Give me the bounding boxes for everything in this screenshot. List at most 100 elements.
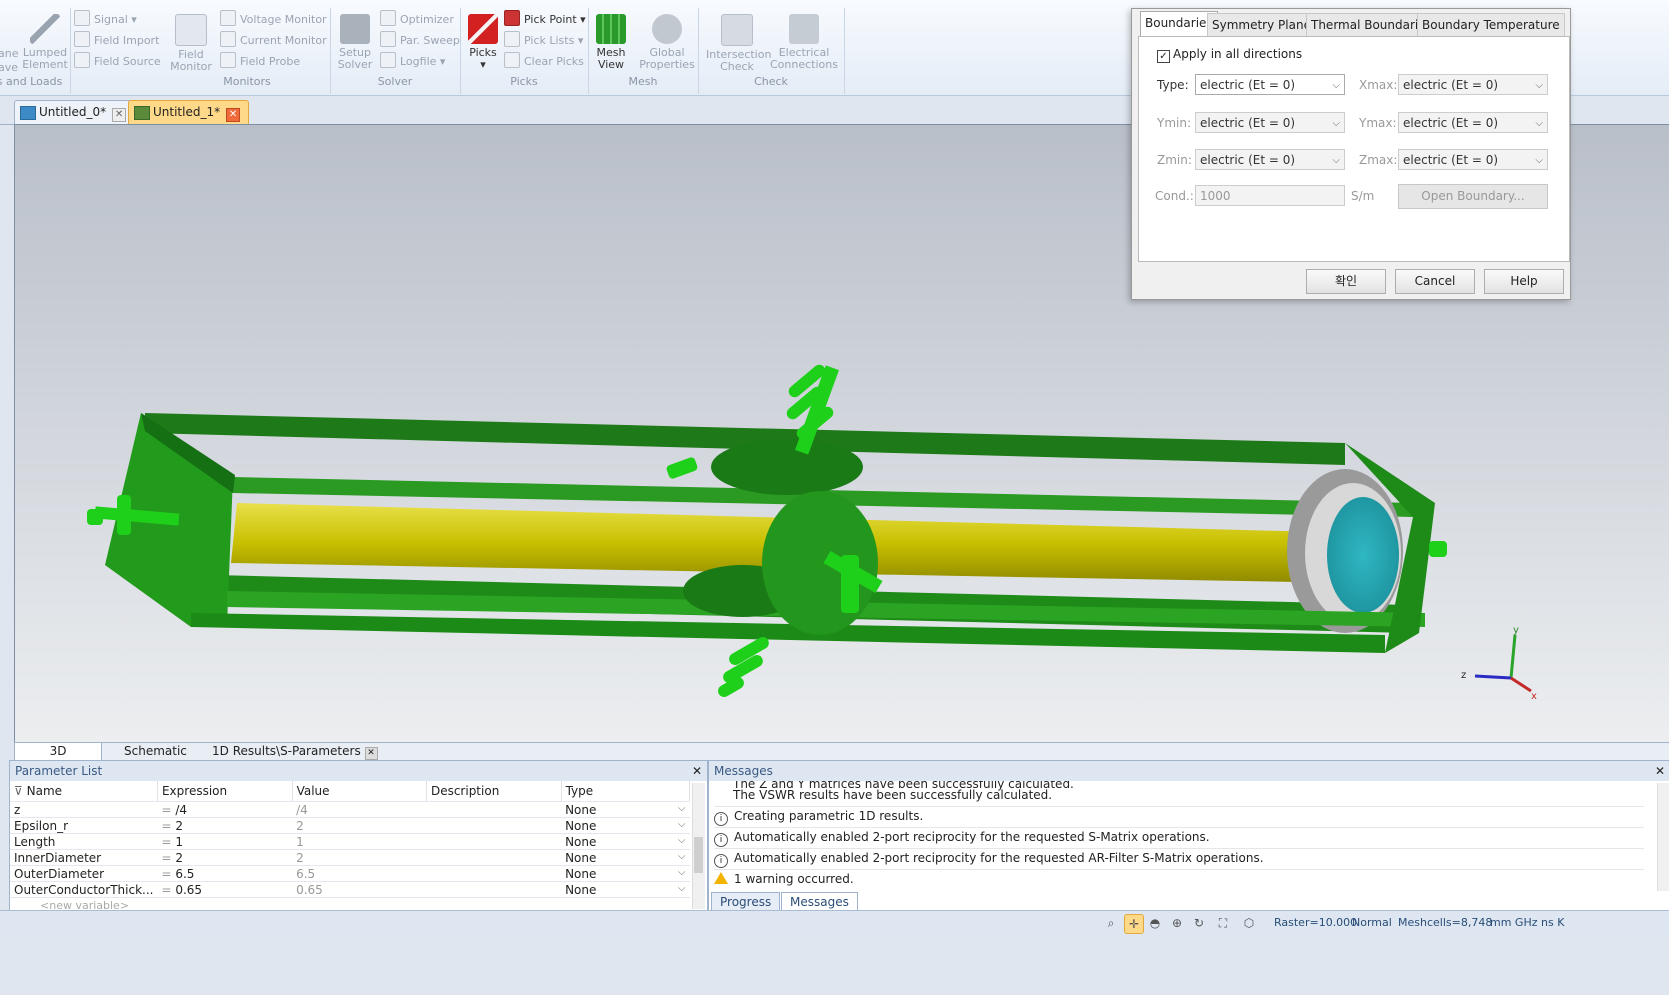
chevron-down-icon[interactable]: ⌵: [678, 819, 686, 830]
picks-button[interactable]: Picks ▾: [460, 14, 506, 71]
table-row[interactable]: InnerDiameter = 2 2 None ⌵: [10, 849, 690, 866]
param-description[interactable]: [426, 801, 562, 818]
view-cube-icon[interactable]: ⬡: [1240, 914, 1258, 932]
rotate-icon[interactable]: ◓: [1146, 914, 1164, 932]
checkbox-checked-icon[interactable]: ✓: [1157, 50, 1170, 63]
zoom-icon[interactable]: ⌕: [1102, 914, 1120, 932]
current-monitor-button[interactable]: Current Monitor: [220, 31, 327, 51]
close-icon[interactable]: ✕: [692, 761, 702, 781]
close-icon[interactable]: ✕: [112, 108, 127, 122]
parameter-scrollbar[interactable]: [692, 783, 705, 909]
apply-all-directions-checkbox[interactable]: ✓ Apply in all directions: [1157, 47, 1302, 63]
param-expression[interactable]: = 1: [157, 833, 293, 850]
param-type[interactable]: None ⌵: [561, 865, 690, 882]
par-sweep-button[interactable]: Par. Sweep: [380, 31, 460, 51]
field-source-button[interactable]: Field Source: [74, 52, 161, 72]
col-type[interactable]: Type: [561, 781, 691, 802]
param-type[interactable]: None ⌵: [561, 801, 690, 818]
col-name[interactable]: ⊽ Name: [10, 781, 158, 802]
tab-symmetry-planes[interactable]: Symmetry Planes: [1207, 13, 1323, 36]
type-select[interactable]: electric (Et = 0) ⌵: [1195, 74, 1345, 95]
param-name[interactable]: Epsilon_r: [10, 817, 158, 834]
col-description[interactable]: Description: [426, 781, 562, 802]
open-boundary-button[interactable]: Open Boundary...: [1398, 184, 1548, 209]
col-expression[interactable]: Expression: [157, 781, 293, 802]
ymax-select[interactable]: electric (Et = 0) ⌵: [1398, 112, 1548, 133]
electrical-connections-button[interactable]: Electrical Connections: [770, 14, 838, 71]
param-expression[interactable]: = 6.5: [157, 865, 293, 882]
close-icon[interactable]: ✕: [226, 108, 241, 122]
param-name[interactable]: OuterConductorThick...: [10, 881, 158, 898]
param-expression[interactable]: = 2: [157, 817, 293, 834]
setup-solver-button[interactable]: Setup Solver: [332, 14, 378, 71]
chevron-down-icon[interactable]: ⌵: [678, 835, 686, 846]
param-name[interactable]: z: [10, 801, 158, 818]
param-type[interactable]: None ⌵: [561, 881, 690, 898]
messages-scrollbar[interactable]: [1657, 783, 1669, 891]
pick-point-button[interactable]: Pick Point ▾: [504, 10, 586, 30]
chevron-down-icon[interactable]: ⌵: [678, 851, 686, 862]
scrollbar-thumb[interactable]: [694, 837, 703, 873]
lumped-element-button[interactable]: Lumped Element: [22, 14, 68, 71]
param-description[interactable]: [426, 849, 562, 866]
zmax-select[interactable]: electric (Et = 0) ⌵: [1398, 149, 1548, 170]
chevron-down-icon[interactable]: ⌵: [678, 883, 686, 894]
param-expression[interactable]: = /4: [157, 801, 293, 818]
messages-list[interactable]: The Z and Y matrices have been successfu…: [709, 781, 1654, 891]
clear-picks-button[interactable]: Clear Picks: [504, 52, 584, 72]
chevron-down-icon[interactable]: ⌵: [678, 867, 686, 878]
help-button[interactable]: Help: [1484, 269, 1564, 294]
table-row[interactable]: Epsilon_r = 2 2 None ⌵: [10, 817, 690, 834]
conductivity-input[interactable]: 1000: [1195, 185, 1345, 206]
col-value[interactable]: Value: [292, 781, 427, 802]
zoom-in-icon[interactable]: ⊕: [1168, 914, 1186, 932]
tab-boundary-temperature[interactable]: Boundary Temperature: [1417, 13, 1565, 36]
tab-messages[interactable]: Messages: [781, 892, 858, 912]
doc-tab-untitled-0[interactable]: Untitled_0* ✕: [14, 100, 136, 124]
intersection-check-button[interactable]: Intersection Check: [706, 14, 771, 73]
cancel-button[interactable]: Cancel: [1395, 269, 1475, 294]
param-name[interactable]: OuterDiameter: [10, 865, 158, 882]
doc-tab-untitled-1[interactable]: Untitled_1* ✕: [128, 100, 250, 124]
tab-schematic[interactable]: Schematic: [114, 743, 197, 760]
field-probe-button[interactable]: Field Probe: [220, 52, 300, 72]
param-expression[interactable]: = 0.65: [157, 881, 293, 898]
field-monitor-button[interactable]: Field Monitor: [168, 14, 214, 73]
param-description[interactable]: [426, 881, 562, 898]
tab-progress[interactable]: Progress: [711, 892, 781, 912]
tab-3d[interactable]: 3D: [14, 743, 102, 761]
ok-button[interactable]: 확인: [1306, 269, 1386, 294]
close-icon[interactable]: ✕: [364, 747, 378, 760]
field-import-button[interactable]: Field Import: [74, 31, 159, 51]
signal-button[interactable]: Signal ▾: [74, 10, 137, 30]
tab-1d-results[interactable]: 1D Results\S-Parameters ✕: [202, 743, 388, 760]
xmax-select[interactable]: electric (Et = 0) ⌵: [1398, 74, 1548, 95]
ymin-select[interactable]: electric (Et = 0) ⌵: [1195, 112, 1345, 133]
param-type[interactable]: None ⌵: [561, 817, 690, 834]
table-row[interactable]: OuterConductorThick... = 0.65 0.65 None ⌵: [10, 881, 690, 898]
param-name[interactable]: Length: [10, 833, 158, 850]
param-type[interactable]: None ⌵: [561, 849, 690, 866]
table-row[interactable]: OuterDiameter = 6.5 6.5 None ⌵: [10, 865, 690, 882]
param-description[interactable]: [426, 833, 562, 850]
param-description[interactable]: [426, 817, 562, 834]
spin-icon[interactable]: ↻: [1190, 914, 1208, 932]
param-description[interactable]: [426, 865, 562, 882]
mesh-view-button[interactable]: Mesh View: [588, 14, 634, 71]
pan-icon[interactable]: ✛: [1124, 914, 1144, 934]
filter-icon[interactable]: ⊽: [14, 784, 23, 798]
logfile-button[interactable]: Logfile ▾: [380, 52, 445, 72]
fit-view-icon[interactable]: ⛶: [1214, 914, 1232, 932]
table-row[interactable]: Length = 1 1 None ⌵: [10, 833, 690, 850]
zmin-select[interactable]: electric (Et = 0) ⌵: [1195, 149, 1345, 170]
voltage-monitor-button[interactable]: Voltage Monitor: [220, 10, 327, 30]
global-properties-button[interactable]: Global Properties: [638, 14, 696, 71]
pick-lists-button[interactable]: Pick Lists ▾: [504, 31, 583, 51]
table-row[interactable]: z = /4 /4 None ⌵: [10, 801, 690, 818]
close-icon[interactable]: ✕: [1655, 761, 1665, 781]
chevron-down-icon[interactable]: ⌵: [678, 803, 686, 814]
param-type[interactable]: None ⌵: [561, 833, 690, 850]
param-expression[interactable]: = 2: [157, 849, 293, 866]
param-name[interactable]: InnerDiameter: [10, 849, 158, 866]
optimizer-button[interactable]: Optimizer: [380, 10, 454, 30]
